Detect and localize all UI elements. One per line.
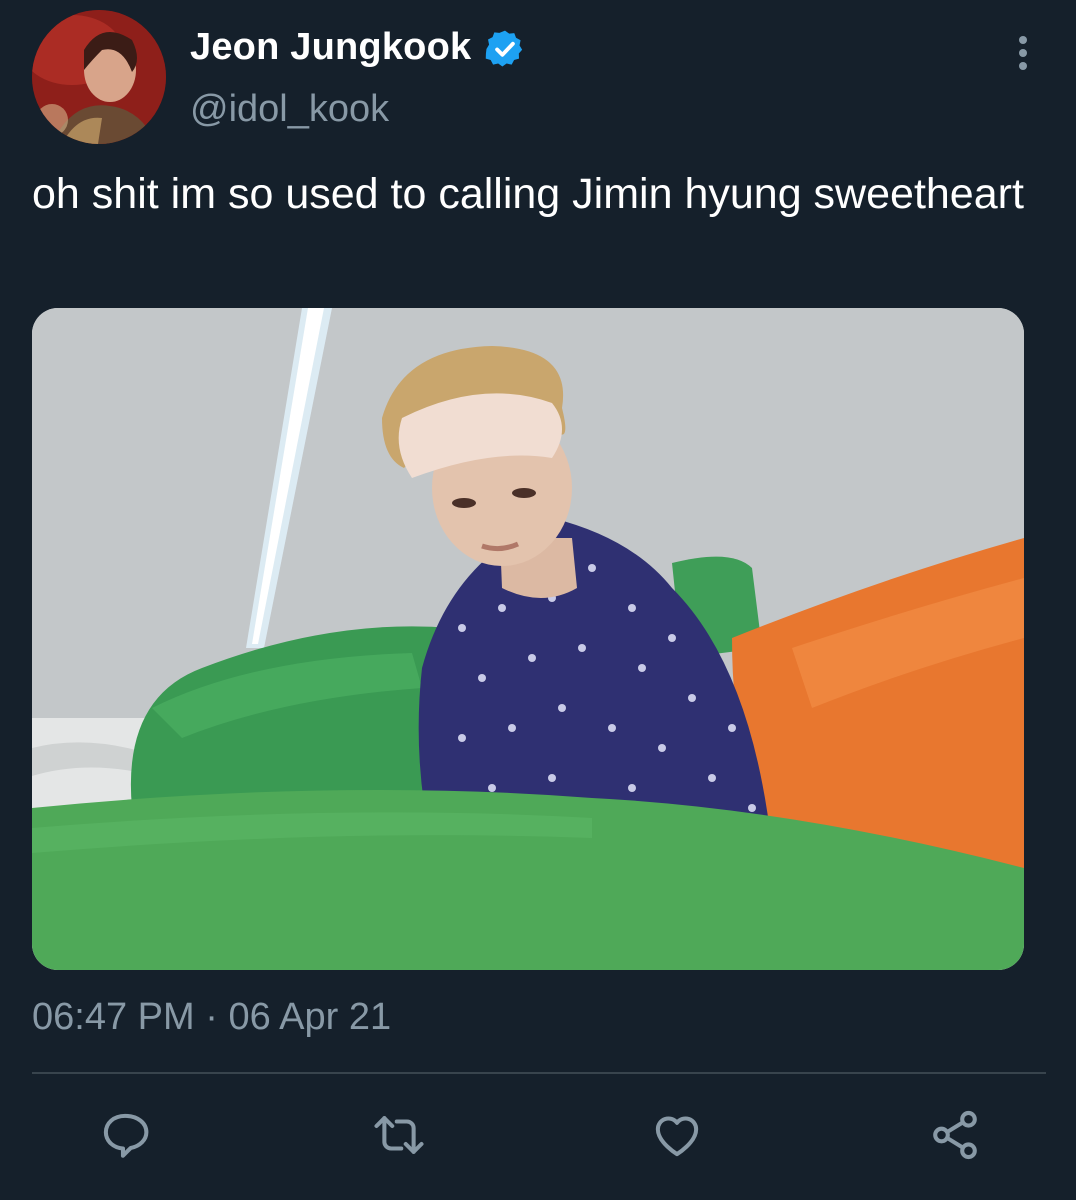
tweet-time: 06:47 PM: [32, 996, 195, 1038]
share-icon: [933, 1110, 977, 1160]
tweet-timestamp[interactable]: 06:47 PM · 06 Apr 21: [32, 996, 391, 1039]
display-name[interactable]: Jeon Jungkook: [190, 26, 471, 69]
retweet-icon: [374, 1116, 424, 1154]
reply-button[interactable]: [98, 1108, 152, 1162]
verified-badge-icon: [484, 28, 526, 70]
tweet-media[interactable]: [32, 308, 1024, 970]
tweet-card: Jeon Jungkook @idol_kook oh shit im so u…: [0, 0, 1076, 1200]
more-vertical-icon[interactable]: [1010, 34, 1036, 74]
reply-icon: [103, 1113, 149, 1158]
timestamp-separator: ·: [205, 996, 218, 1038]
divider: [32, 1072, 1046, 1074]
avatar-image: [32, 10, 166, 144]
retweet-button[interactable]: [372, 1108, 426, 1162]
share-button[interactable]: [928, 1108, 982, 1162]
author-handle[interactable]: @idol_kook: [190, 88, 389, 131]
like-button[interactable]: [650, 1108, 704, 1162]
tweet-text: oh shit im so used to calling Jimin hyun…: [32, 170, 1024, 218]
tweet-date: 06 Apr 21: [228, 996, 392, 1038]
avatar[interactable]: [32, 10, 166, 144]
like-icon: [655, 1116, 699, 1157]
media-image: [32, 308, 1024, 970]
